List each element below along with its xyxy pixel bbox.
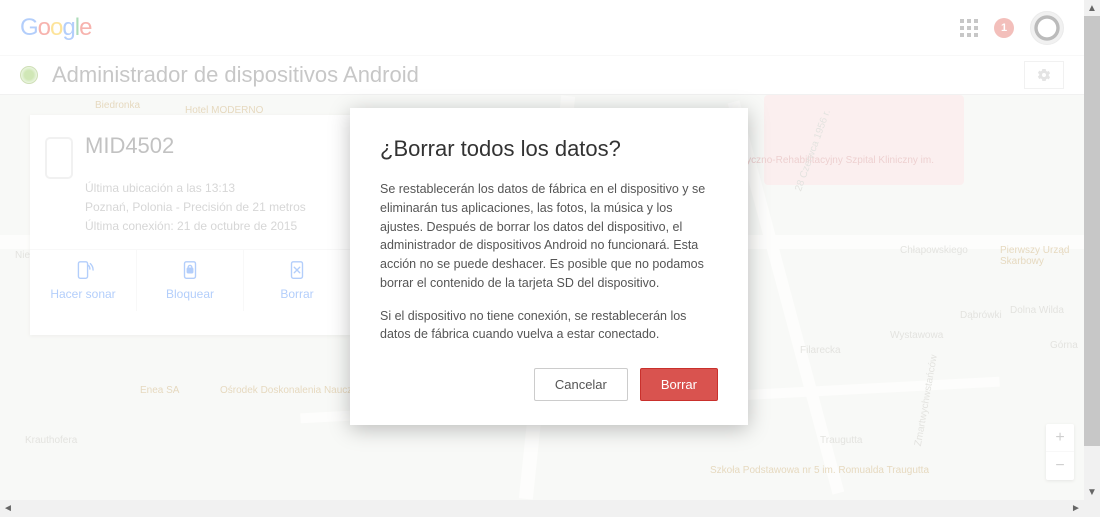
confirm-erase-button[interactable]: Borrar — [640, 368, 718, 401]
scroll-right-arrow[interactable]: ► — [1068, 503, 1084, 514]
cancel-button[interactable]: Cancelar — [534, 368, 628, 401]
scroll-thumb[interactable] — [1084, 16, 1100, 446]
dialog-title: ¿Borrar todos los datos? — [380, 136, 718, 162]
horizontal-scrollbar[interactable]: ◄ ► — [0, 500, 1084, 517]
erase-dialog: ¿Borrar todos los datos? Se restablecerá… — [350, 108, 748, 425]
dialog-body-1: Se restablecerán los datos de fábrica en… — [380, 180, 718, 293]
vertical-scrollbar[interactable]: ▲ ▼ — [1084, 0, 1100, 500]
scroll-down-arrow[interactable]: ▼ — [1084, 484, 1100, 500]
scroll-corner — [1084, 500, 1100, 517]
scroll-up-arrow[interactable]: ▲ — [1084, 0, 1100, 16]
dialog-body-2: Si el dispositivo no tiene conexión, se … — [380, 307, 718, 345]
scroll-left-arrow[interactable]: ◄ — [0, 503, 16, 514]
